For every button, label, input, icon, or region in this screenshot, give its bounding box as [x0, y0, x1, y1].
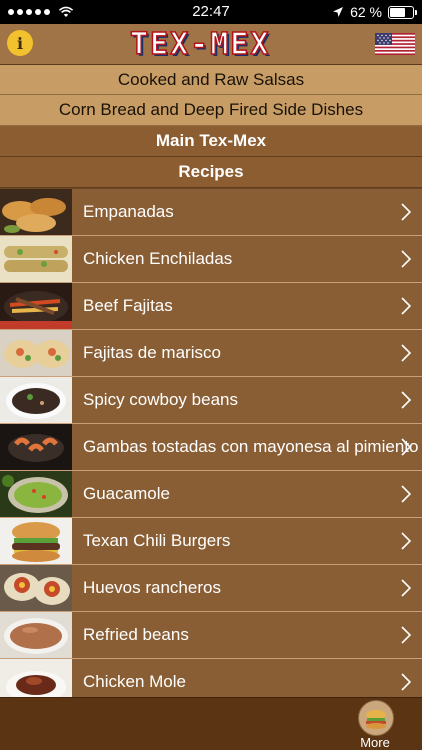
chevron-right-icon: [401, 438, 412, 456]
tab-more[interactable]: More: [350, 700, 400, 750]
recipe-row-texan-chili-burgers[interactable]: Texan Chili Burgers: [0, 518, 422, 565]
status-right: 62 %: [332, 0, 417, 24]
battery-level: [390, 7, 405, 17]
category-corn-bread-side-dishes[interactable]: Corn Bread and Deep Fired Side Dishes: [0, 95, 422, 126]
recipe-thumbnail: [0, 471, 72, 517]
location-arrow-icon: [333, 7, 344, 17]
app-title: TEX-MEX: [129, 26, 271, 63]
tab-bar: More: [0, 697, 422, 750]
recipe-label: Empanadas: [83, 202, 174, 221]
section-title: Main Tex-Mex: [155, 131, 267, 150]
category-cooked-raw-salsas[interactable]: Cooked and Raw Salsas: [0, 65, 422, 95]
chevron-right-icon: [401, 626, 412, 644]
recipe-row-beef-fajitas[interactable]: Beef Fajitas: [0, 283, 422, 330]
battery-icon: [388, 5, 417, 19]
chevron-right-icon: [401, 250, 412, 268]
tab-more-label: More: [360, 735, 390, 750]
recipe-label: Gambas tostadas con mayonesa al pimiento: [83, 437, 419, 456]
chevron-right-icon: [401, 579, 412, 597]
category-label: Corn Bread and Deep Fired Side Dishes: [58, 100, 364, 119]
chevron-right-icon: [401, 297, 412, 315]
more-tab-icon: [358, 700, 394, 736]
recipe-label: Beef Fajitas: [83, 296, 173, 315]
recipe-row-spicy-cowboy-beans[interactable]: Spicy cowboy beans: [0, 377, 422, 424]
chevron-right-icon: [401, 673, 412, 691]
recipe-row-guacamole[interactable]: Guacamole: [0, 471, 422, 518]
chevron-right-icon: [401, 203, 412, 221]
section-recipes: Recipes: [0, 157, 422, 188]
screen: 22:47 62 % i TEX-MEX Cooked and Raw Sals…: [0, 0, 422, 750]
section-title: Recipes: [178, 162, 244, 181]
recipe-label: Guacamole: [83, 484, 170, 503]
recipe-thumbnail: [0, 377, 72, 423]
recipe-thumbnail: [0, 330, 72, 376]
recipe-thumbnail: [0, 565, 72, 611]
info-icon[interactable]: i: [7, 30, 33, 56]
recipe-thumbnail: [0, 612, 72, 658]
info-glyph: i: [16, 33, 24, 53]
recipe-row-fajitas-de-marisco[interactable]: Fajitas de marisco: [0, 330, 422, 377]
recipe-row-chicken-enchiladas[interactable]: Chicken Enchiladas: [0, 236, 422, 283]
recipe-row-refried-beans[interactable]: Refried beans: [0, 612, 422, 659]
recipe-label: Texan Chili Burgers: [83, 531, 231, 550]
recipe-row-empanadas[interactable]: Empanadas: [0, 189, 422, 236]
battery-percent: 62 %: [350, 4, 382, 20]
app-logo: TEX-MEX: [129, 26, 271, 63]
us-flag-icon[interactable]: [375, 33, 415, 55]
recipe-thumbnail: [0, 283, 72, 329]
recipe-thumbnail: [0, 424, 72, 470]
recipe-row-gambas-tostadas[interactable]: Gambas tostadas con mayonesa al pimiento: [0, 424, 422, 471]
section-main-tex-mex[interactable]: Main Tex-Mex: [0, 126, 422, 157]
recipe-thumbnail: [0, 189, 72, 235]
chevron-right-icon: [401, 391, 412, 409]
recipe-thumbnail: [0, 236, 72, 282]
category-label: Cooked and Raw Salsas: [117, 70, 305, 89]
chevron-right-icon: [401, 485, 412, 503]
nav-bar: i TEX-MEX: [0, 24, 422, 65]
chevron-right-icon: [401, 344, 412, 362]
chevron-right-icon: [401, 532, 412, 550]
recipe-label: Chicken Enchiladas: [83, 249, 233, 268]
status-bar: 22:47 62 %: [0, 0, 422, 24]
recipe-label: Huevos rancheros: [83, 578, 221, 597]
recipe-label: Refried beans: [83, 625, 189, 644]
recipe-label: Fajitas de marisco: [83, 343, 221, 362]
recipe-thumbnail: [0, 518, 72, 564]
recipe-row-huevos-rancheros[interactable]: Huevos rancheros: [0, 565, 422, 612]
recipe-label: Spicy cowboy beans: [83, 390, 238, 409]
